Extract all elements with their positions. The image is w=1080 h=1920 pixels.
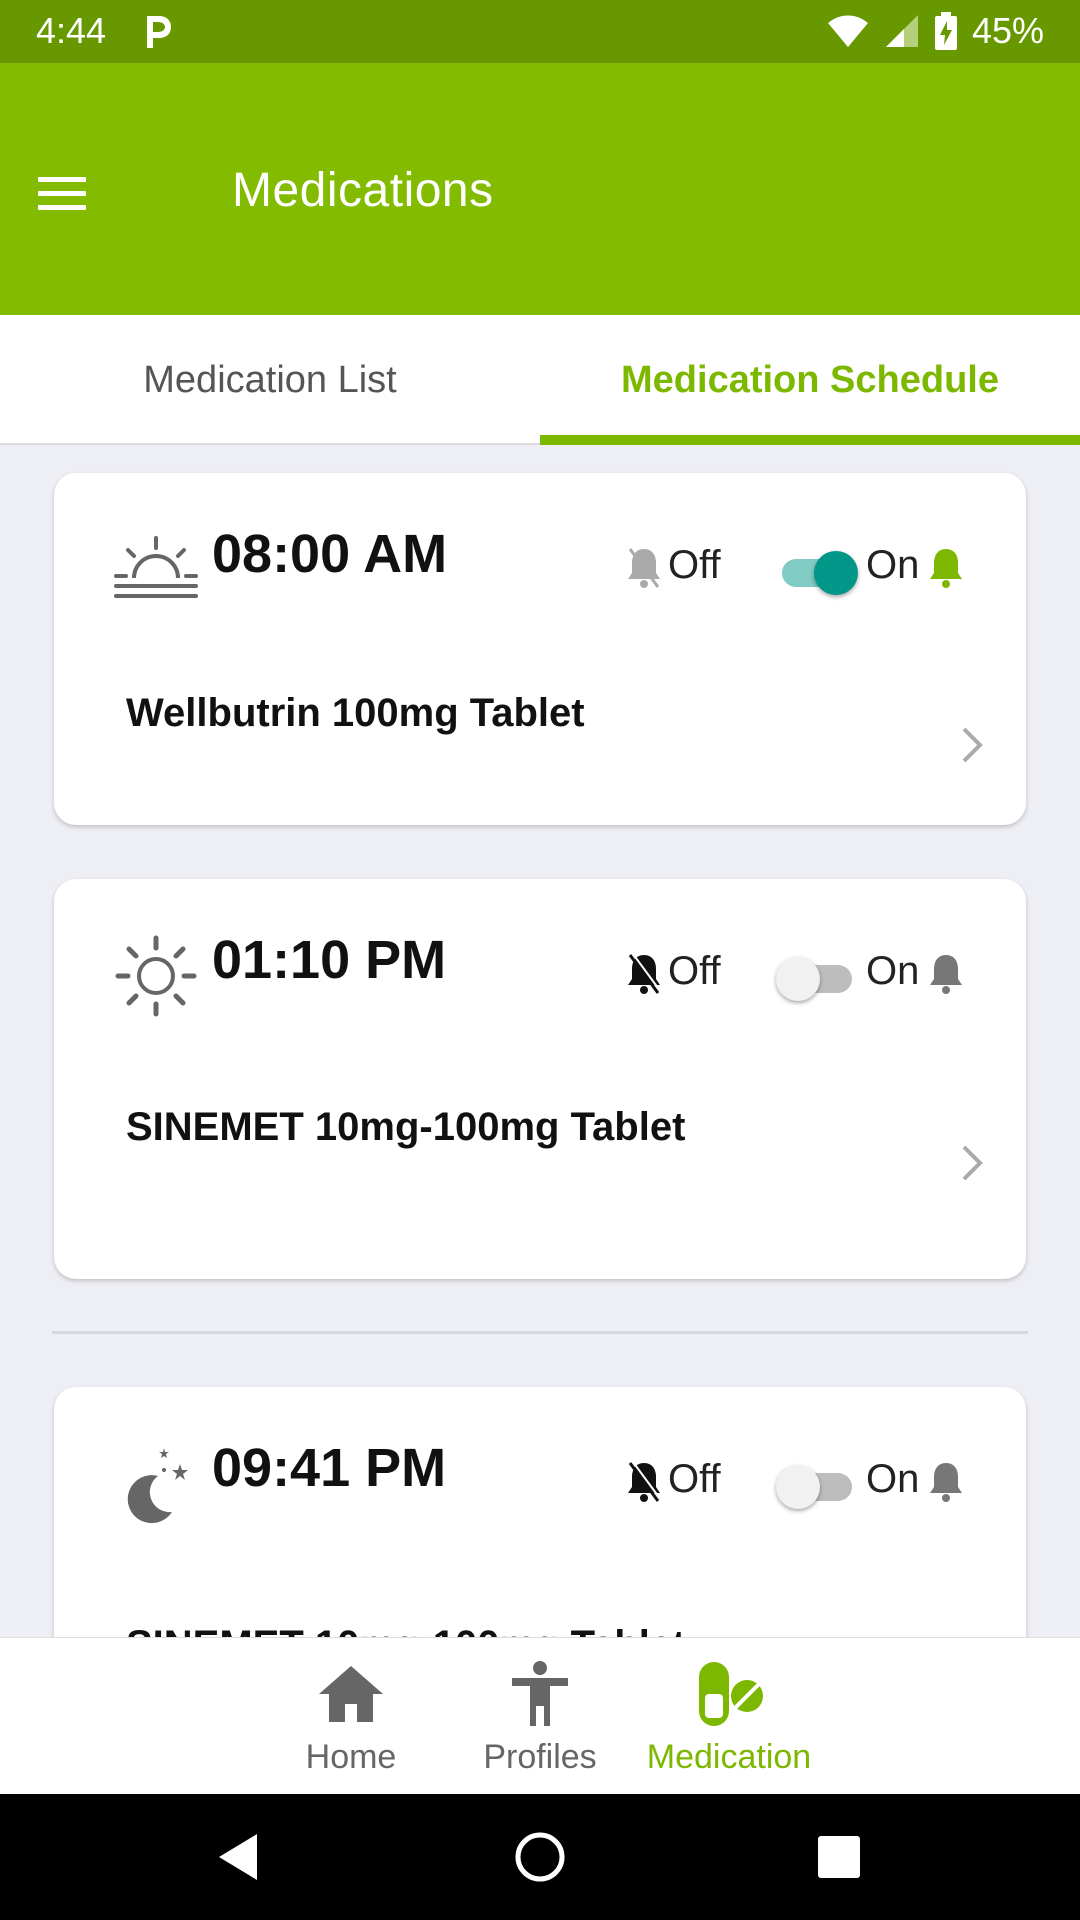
nav-home-label: Home — [305, 1738, 397, 1776]
alarm-off-label: Off — [668, 1457, 721, 1501]
medication-name: SINEMET 10mg-100mg Tablet — [126, 1621, 686, 1637]
tab-medication-list[interactable]: Medication List — [0, 315, 540, 445]
bell-icon — [930, 1463, 962, 1502]
page-title: Medications — [232, 164, 494, 217]
app-bar: Medications — [0, 63, 1080, 315]
schedule-card-header: 01:10 PM Off On — [54, 879, 1026, 1059]
schedule-time: 08:00 AM — [212, 524, 448, 584]
toggle-thumb — [776, 957, 820, 1001]
home-icon — [319, 1666, 383, 1722]
nav-medication[interactable]: Medication — [634, 1638, 824, 1795]
menu-icon[interactable] — [30, 163, 94, 223]
section-divider — [52, 1331, 1028, 1334]
medication-name: Wellbutrin 100mg Tablet — [126, 691, 585, 735]
schedule-card-header: 08:00 AM Off On — [54, 473, 1026, 653]
bell-off-icon — [628, 1461, 662, 1502]
bell-icon — [930, 955, 962, 994]
schedule-list: 08:00 AM Off On Wellbutrin 100mg Tablet — [0, 447, 1080, 1637]
medication-name: SINEMET 10mg-100mg Tablet — [126, 1105, 686, 1149]
person-icon — [512, 1661, 568, 1726]
status-time: 4:44 — [36, 10, 107, 51]
active-tab-indicator — [540, 435, 1080, 445]
chevron-right-icon — [962, 1145, 983, 1181]
sunrise-icon — [114, 536, 198, 598]
sun-icon — [115, 935, 197, 1017]
bottom-nav: Home Profiles Medication — [0, 1637, 1080, 1794]
battery-percent: 45% — [971, 10, 1044, 51]
nav-profiles-label: Profiles — [483, 1738, 597, 1776]
alarm-off-label: Off — [668, 949, 721, 993]
alarm-toggle[interactable] — [772, 543, 862, 599]
nav-medication-label: Medication — [646, 1738, 812, 1776]
bell-off-icon — [628, 548, 660, 588]
home-circle-icon[interactable] — [507, 1824, 573, 1890]
schedule-card[interactable]: 08:00 AM Off On Wellbutrin 100mg Tablet — [54, 473, 1026, 825]
alarm-on-label: On — [866, 543, 920, 587]
nav-home[interactable]: Home — [291, 1638, 411, 1795]
moon-stars-icon — [127, 1448, 188, 1524]
schedule-card[interactable]: 01:10 PM Off On SINEMET 10mg-100mg Table… — [54, 879, 1026, 1279]
schedule-time: 01:10 PM — [212, 930, 447, 990]
bell-icon — [930, 549, 962, 588]
alarm-on-label: On — [866, 949, 920, 993]
back-icon[interactable] — [205, 1824, 271, 1890]
schedule-card[interactable]: 09:41 PM Off On SINEMET 10mg-100mg Table… — [54, 1387, 1026, 1637]
wifi-icon — [827, 15, 868, 47]
schedule-time: 09:41 PM — [212, 1438, 447, 1498]
chevron-right-icon — [962, 727, 983, 763]
tab-bar: Medication List Medication Schedule — [0, 315, 1080, 445]
schedule-card-header: 09:41 PM Off On — [54, 1387, 1026, 1567]
status-icons: 45% — [826, 10, 1044, 52]
alarm-toggle[interactable] — [772, 949, 862, 1005]
status-bar: 4:44 45% — [0, 0, 1080, 63]
toggle-thumb — [814, 551, 858, 595]
alarm-off-label: Off — [668, 543, 721, 587]
alarm-toggle[interactable] — [772, 1457, 862, 1513]
alarm-on-label: On — [866, 1457, 920, 1501]
battery-charging-icon — [934, 12, 957, 50]
tab-medication-schedule[interactable]: Medication Schedule — [540, 315, 1080, 445]
nav-profiles[interactable]: Profiles — [470, 1638, 610, 1795]
parking-notification-icon — [147, 16, 171, 48]
bell-off-icon — [628, 953, 662, 994]
recents-icon[interactable] — [806, 1824, 872, 1890]
pill-icon — [699, 1662, 763, 1726]
toggle-thumb — [776, 1465, 820, 1509]
cell-signal-icon — [885, 15, 918, 47]
system-nav-bar — [0, 1794, 1080, 1920]
